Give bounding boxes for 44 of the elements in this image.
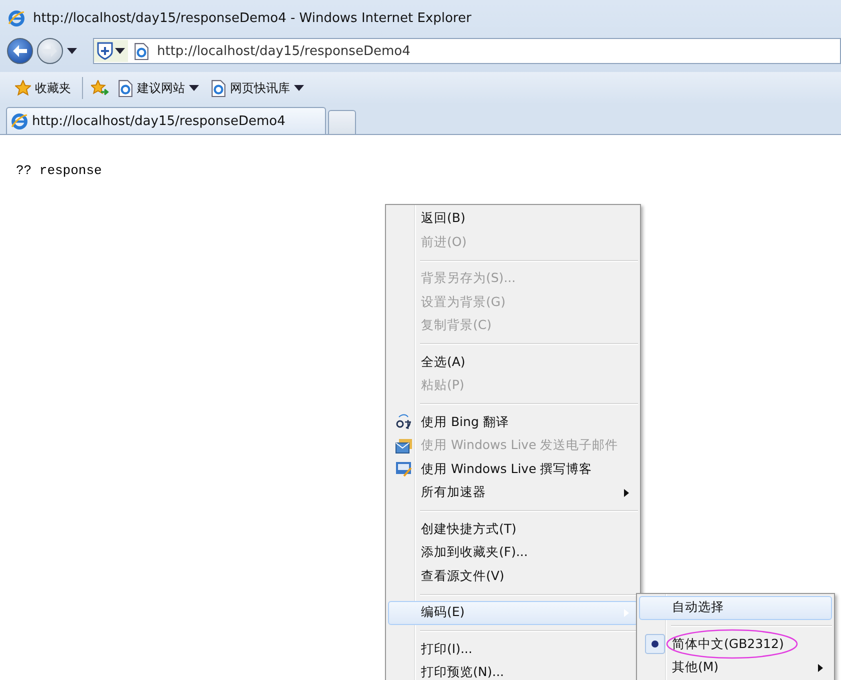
page-icon bbox=[118, 80, 133, 96]
submenu-arrow-icon bbox=[818, 664, 823, 672]
menu-item[interactable]: 其他(M) bbox=[639, 656, 832, 680]
caret-icon bbox=[294, 85, 304, 91]
menu-item[interactable]: 添加到收藏夹(F)... bbox=[388, 541, 638, 564]
caret-icon bbox=[189, 85, 199, 91]
shield-icon bbox=[97, 42, 113, 60]
menu-item[interactable]: 使用 Bing 翻译 bbox=[388, 410, 638, 434]
translate-icon bbox=[395, 414, 413, 430]
menu-item[interactable]: 创建快捷方式(T) bbox=[388, 518, 638, 541]
browser-icon bbox=[8, 10, 25, 26]
mail-icon bbox=[395, 438, 413, 454]
browser-icon bbox=[11, 112, 28, 130]
favorites-button[interactable]: 收藏夹 bbox=[12, 80, 74, 96]
menu-item[interactable]: 打印预览(N)... bbox=[388, 661, 638, 680]
blog-icon bbox=[395, 461, 413, 478]
back-button[interactable] bbox=[7, 38, 33, 64]
star-icon bbox=[15, 80, 31, 96]
browser-tab[interactable]: http://localhost/day15/responseDemo4 bbox=[6, 107, 326, 134]
submenu-arrow-icon bbox=[624, 488, 629, 497]
menu-item[interactable]: 所有加速器 bbox=[388, 481, 638, 504]
caret-icon bbox=[115, 48, 125, 54]
add-favorite-icon[interactable] bbox=[91, 80, 109, 96]
menu-item[interactable]: 打印(I)... bbox=[388, 638, 638, 661]
menu-item[interactable]: 全选(A) bbox=[388, 350, 638, 374]
address-field[interactable]: http://localhost/day15/responseDemo4 bbox=[155, 42, 840, 60]
page-icon bbox=[134, 42, 149, 60]
caret-icon bbox=[67, 48, 77, 54]
favorites-link[interactable]: 网页快讯库 bbox=[208, 80, 307, 96]
menu-item[interactable]: 编码(E) bbox=[388, 601, 638, 624]
page-icon bbox=[211, 80, 226, 96]
back-arrow-icon bbox=[13, 45, 27, 57]
address-bar[interactable]: http://localhost/day15/responseDemo4 bbox=[93, 38, 841, 64]
window-title: http://localhost/day15/responseDemo4 - Windows Internet Explorer bbox=[33, 10, 472, 26]
menu-item[interactable]: 查看源文件(V) bbox=[388, 564, 638, 588]
menu-item[interactable]: 自动选择 bbox=[639, 596, 832, 620]
menu-item[interactable]: 使用 Windows Live 撰写博客 bbox=[388, 458, 638, 481]
compatibility-button[interactable] bbox=[94, 40, 128, 62]
page-text: ?? response bbox=[16, 163, 102, 178]
forward-button[interactable] bbox=[37, 38, 63, 64]
favorites-link[interactable]: 建议网站 bbox=[115, 80, 202, 96]
menu-item[interactable]: 简体中文(GB2312) bbox=[639, 632, 832, 656]
menu-item[interactable]: 返回(B) bbox=[388, 207, 638, 230]
submenu-arrow-icon bbox=[624, 608, 629, 617]
